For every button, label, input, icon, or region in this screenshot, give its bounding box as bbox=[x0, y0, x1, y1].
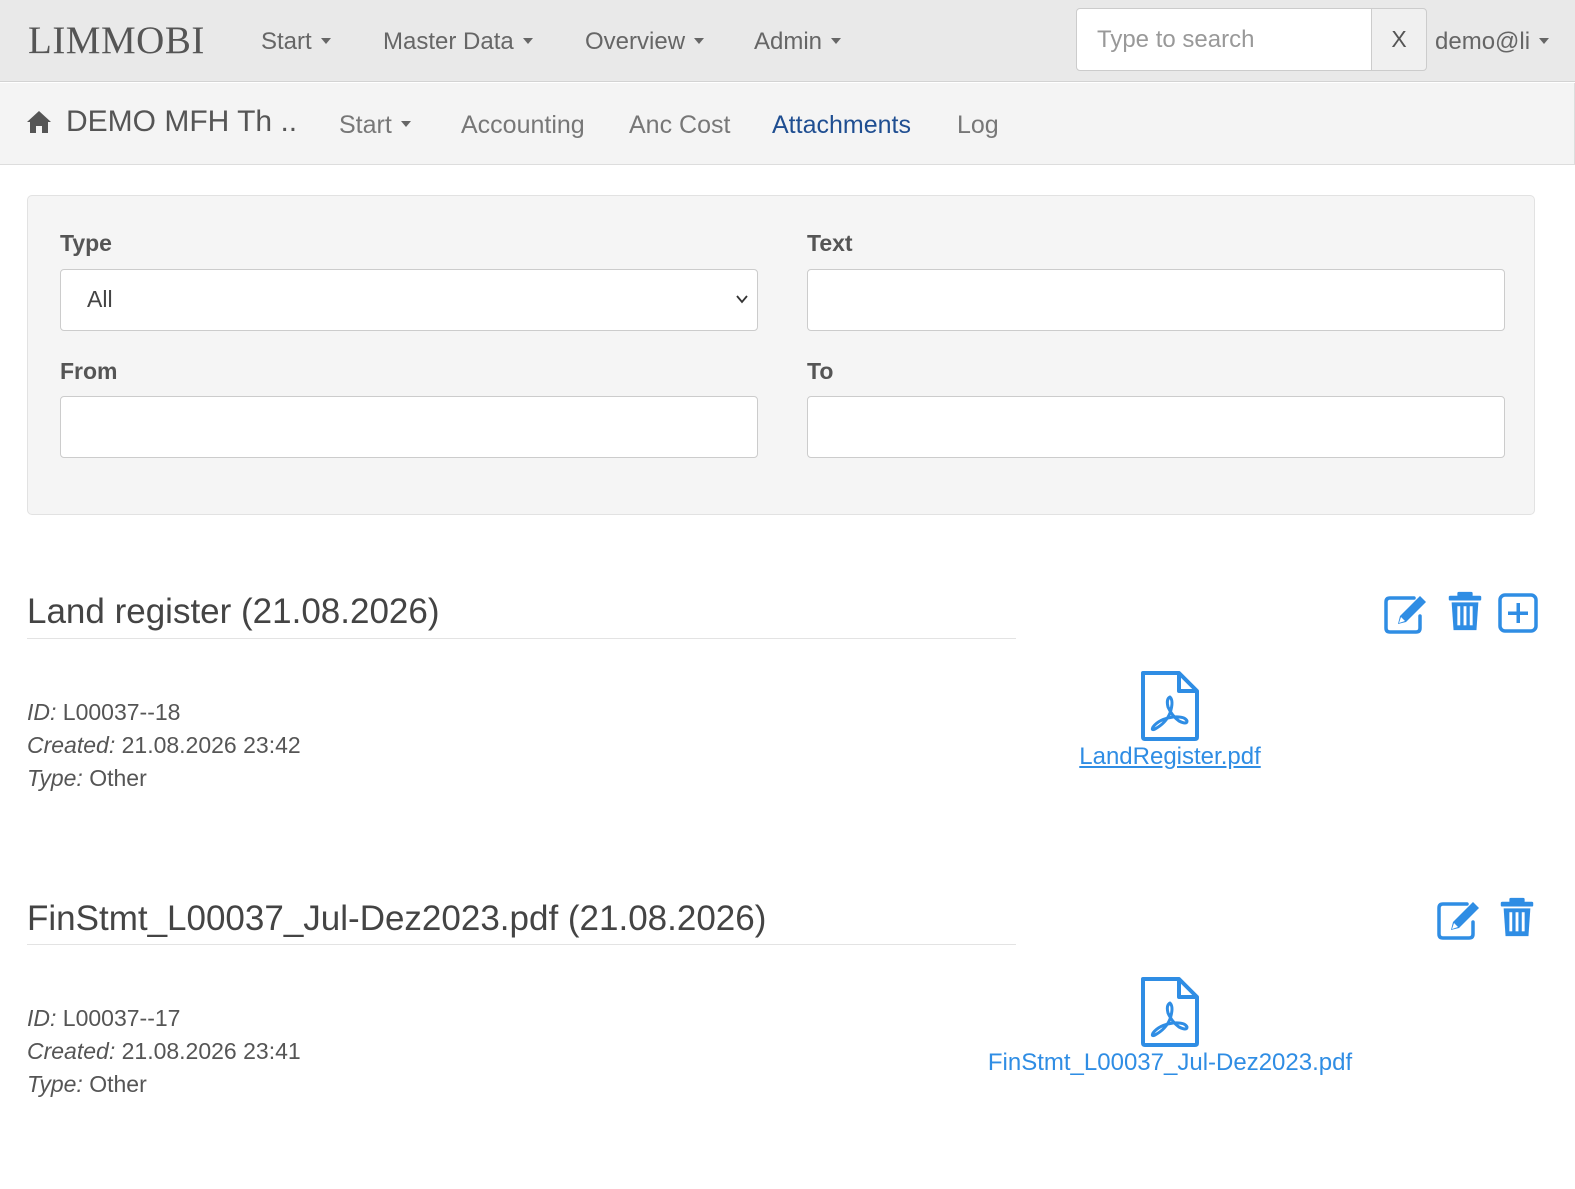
search-input[interactable] bbox=[1076, 8, 1372, 71]
pdf-file-icon[interactable] bbox=[1139, 671, 1201, 741]
property-name[interactable]: DEMO MFH Th .. bbox=[66, 105, 297, 139]
id-value: L00037--17 bbox=[62, 1005, 181, 1031]
top-navbar: LIMMOBI Start Master Data Overview Admin… bbox=[0, 0, 1575, 82]
property-subnav: DEMO MFH Th .. Start Accounting Anc Cost… bbox=[0, 83, 1575, 165]
menu-admin[interactable]: Admin bbox=[754, 28, 842, 56]
trash-icon[interactable] bbox=[1442, 590, 1488, 632]
text-field[interactable] bbox=[807, 269, 1505, 331]
id-value: L00037--18 bbox=[62, 699, 181, 725]
subnav-start[interactable]: Start bbox=[339, 111, 411, 140]
user-menu-label: demo@li bbox=[1435, 28, 1531, 55]
to-date-field[interactable] bbox=[807, 396, 1505, 458]
search-clear-button[interactable]: X bbox=[1371, 8, 1427, 71]
brand-logo[interactable]: LIMMOBI bbox=[28, 18, 205, 63]
divider bbox=[27, 638, 1016, 639]
menu-overview[interactable]: Overview bbox=[585, 28, 705, 56]
caret-down-icon bbox=[320, 37, 331, 44]
caret-down-icon bbox=[1539, 37, 1550, 44]
menu-master-data-label: Master Data bbox=[383, 28, 514, 55]
type-meta-label: Type: bbox=[27, 1071, 83, 1097]
trash-icon[interactable] bbox=[1494, 896, 1540, 938]
type-value: Other bbox=[89, 1071, 147, 1097]
subnav-start-label: Start bbox=[339, 111, 392, 139]
chevron-down-icon bbox=[736, 295, 748, 304]
type-meta-label: Type: bbox=[27, 765, 83, 791]
menu-master-data[interactable]: Master Data bbox=[383, 28, 533, 56]
from-date-field[interactable] bbox=[60, 396, 758, 458]
pdf-file-icon[interactable] bbox=[1139, 977, 1201, 1047]
caret-down-icon bbox=[522, 37, 533, 44]
attachment-id: ID: L00037--18 bbox=[27, 699, 180, 726]
id-label: ID: bbox=[27, 1005, 57, 1031]
home-icon[interactable] bbox=[26, 110, 52, 134]
attachment-title: Land register (21.08.2026) bbox=[27, 592, 440, 631]
edit-icon[interactable] bbox=[1384, 592, 1430, 634]
created-label: Created: bbox=[27, 732, 116, 758]
attachment-title: FinStmt_L00037_Jul-Dez2023.pdf (21.08.20… bbox=[27, 899, 767, 938]
type-select-value: All bbox=[87, 286, 113, 312]
subnav-anc-cost[interactable]: Anc Cost bbox=[629, 111, 730, 140]
caret-down-icon bbox=[400, 121, 411, 128]
attachment-type: Type: Other bbox=[27, 1071, 147, 1098]
divider bbox=[27, 944, 1016, 945]
subnav-accounting[interactable]: Accounting bbox=[461, 111, 585, 140]
edit-icon[interactable] bbox=[1437, 898, 1483, 940]
user-menu[interactable]: demo@li bbox=[1435, 28, 1550, 56]
id-label: ID: bbox=[27, 699, 57, 725]
menu-start-label: Start bbox=[261, 28, 312, 55]
filter-panel: Type All Text From To bbox=[27, 195, 1535, 515]
add-icon[interactable] bbox=[1496, 592, 1542, 634]
attachment-id: ID: L00037--17 bbox=[27, 1005, 180, 1032]
type-value: Other bbox=[89, 765, 147, 791]
from-label: From bbox=[60, 358, 118, 384]
attachment-file-link[interactable]: LandRegister.pdf bbox=[1079, 743, 1260, 771]
created-value: 21.08.2026 23:42 bbox=[121, 732, 301, 758]
created-label: Created: bbox=[27, 1038, 116, 1064]
caret-down-icon bbox=[694, 37, 705, 44]
to-label: To bbox=[807, 358, 834, 384]
type-label: Type bbox=[60, 230, 112, 256]
subnav-log[interactable]: Log bbox=[957, 111, 999, 140]
menu-admin-label: Admin bbox=[754, 28, 823, 55]
attachment-created: Created: 21.08.2026 23:42 bbox=[27, 732, 301, 759]
attachment-file-link[interactable]: FinStmt_L00037_Jul-Dez2023.pdf bbox=[988, 1049, 1352, 1077]
text-label: Text bbox=[807, 230, 853, 256]
created-value: 21.08.2026 23:41 bbox=[121, 1038, 301, 1064]
type-select[interactable]: All bbox=[60, 269, 758, 331]
attachment-type: Type: Other bbox=[27, 765, 147, 792]
subnav-attachments[interactable]: Attachments bbox=[772, 111, 911, 140]
menu-overview-label: Overview bbox=[585, 28, 686, 55]
attachment-created: Created: 21.08.2026 23:41 bbox=[27, 1038, 301, 1065]
caret-down-icon bbox=[831, 37, 842, 44]
menu-start[interactable]: Start bbox=[261, 28, 331, 56]
